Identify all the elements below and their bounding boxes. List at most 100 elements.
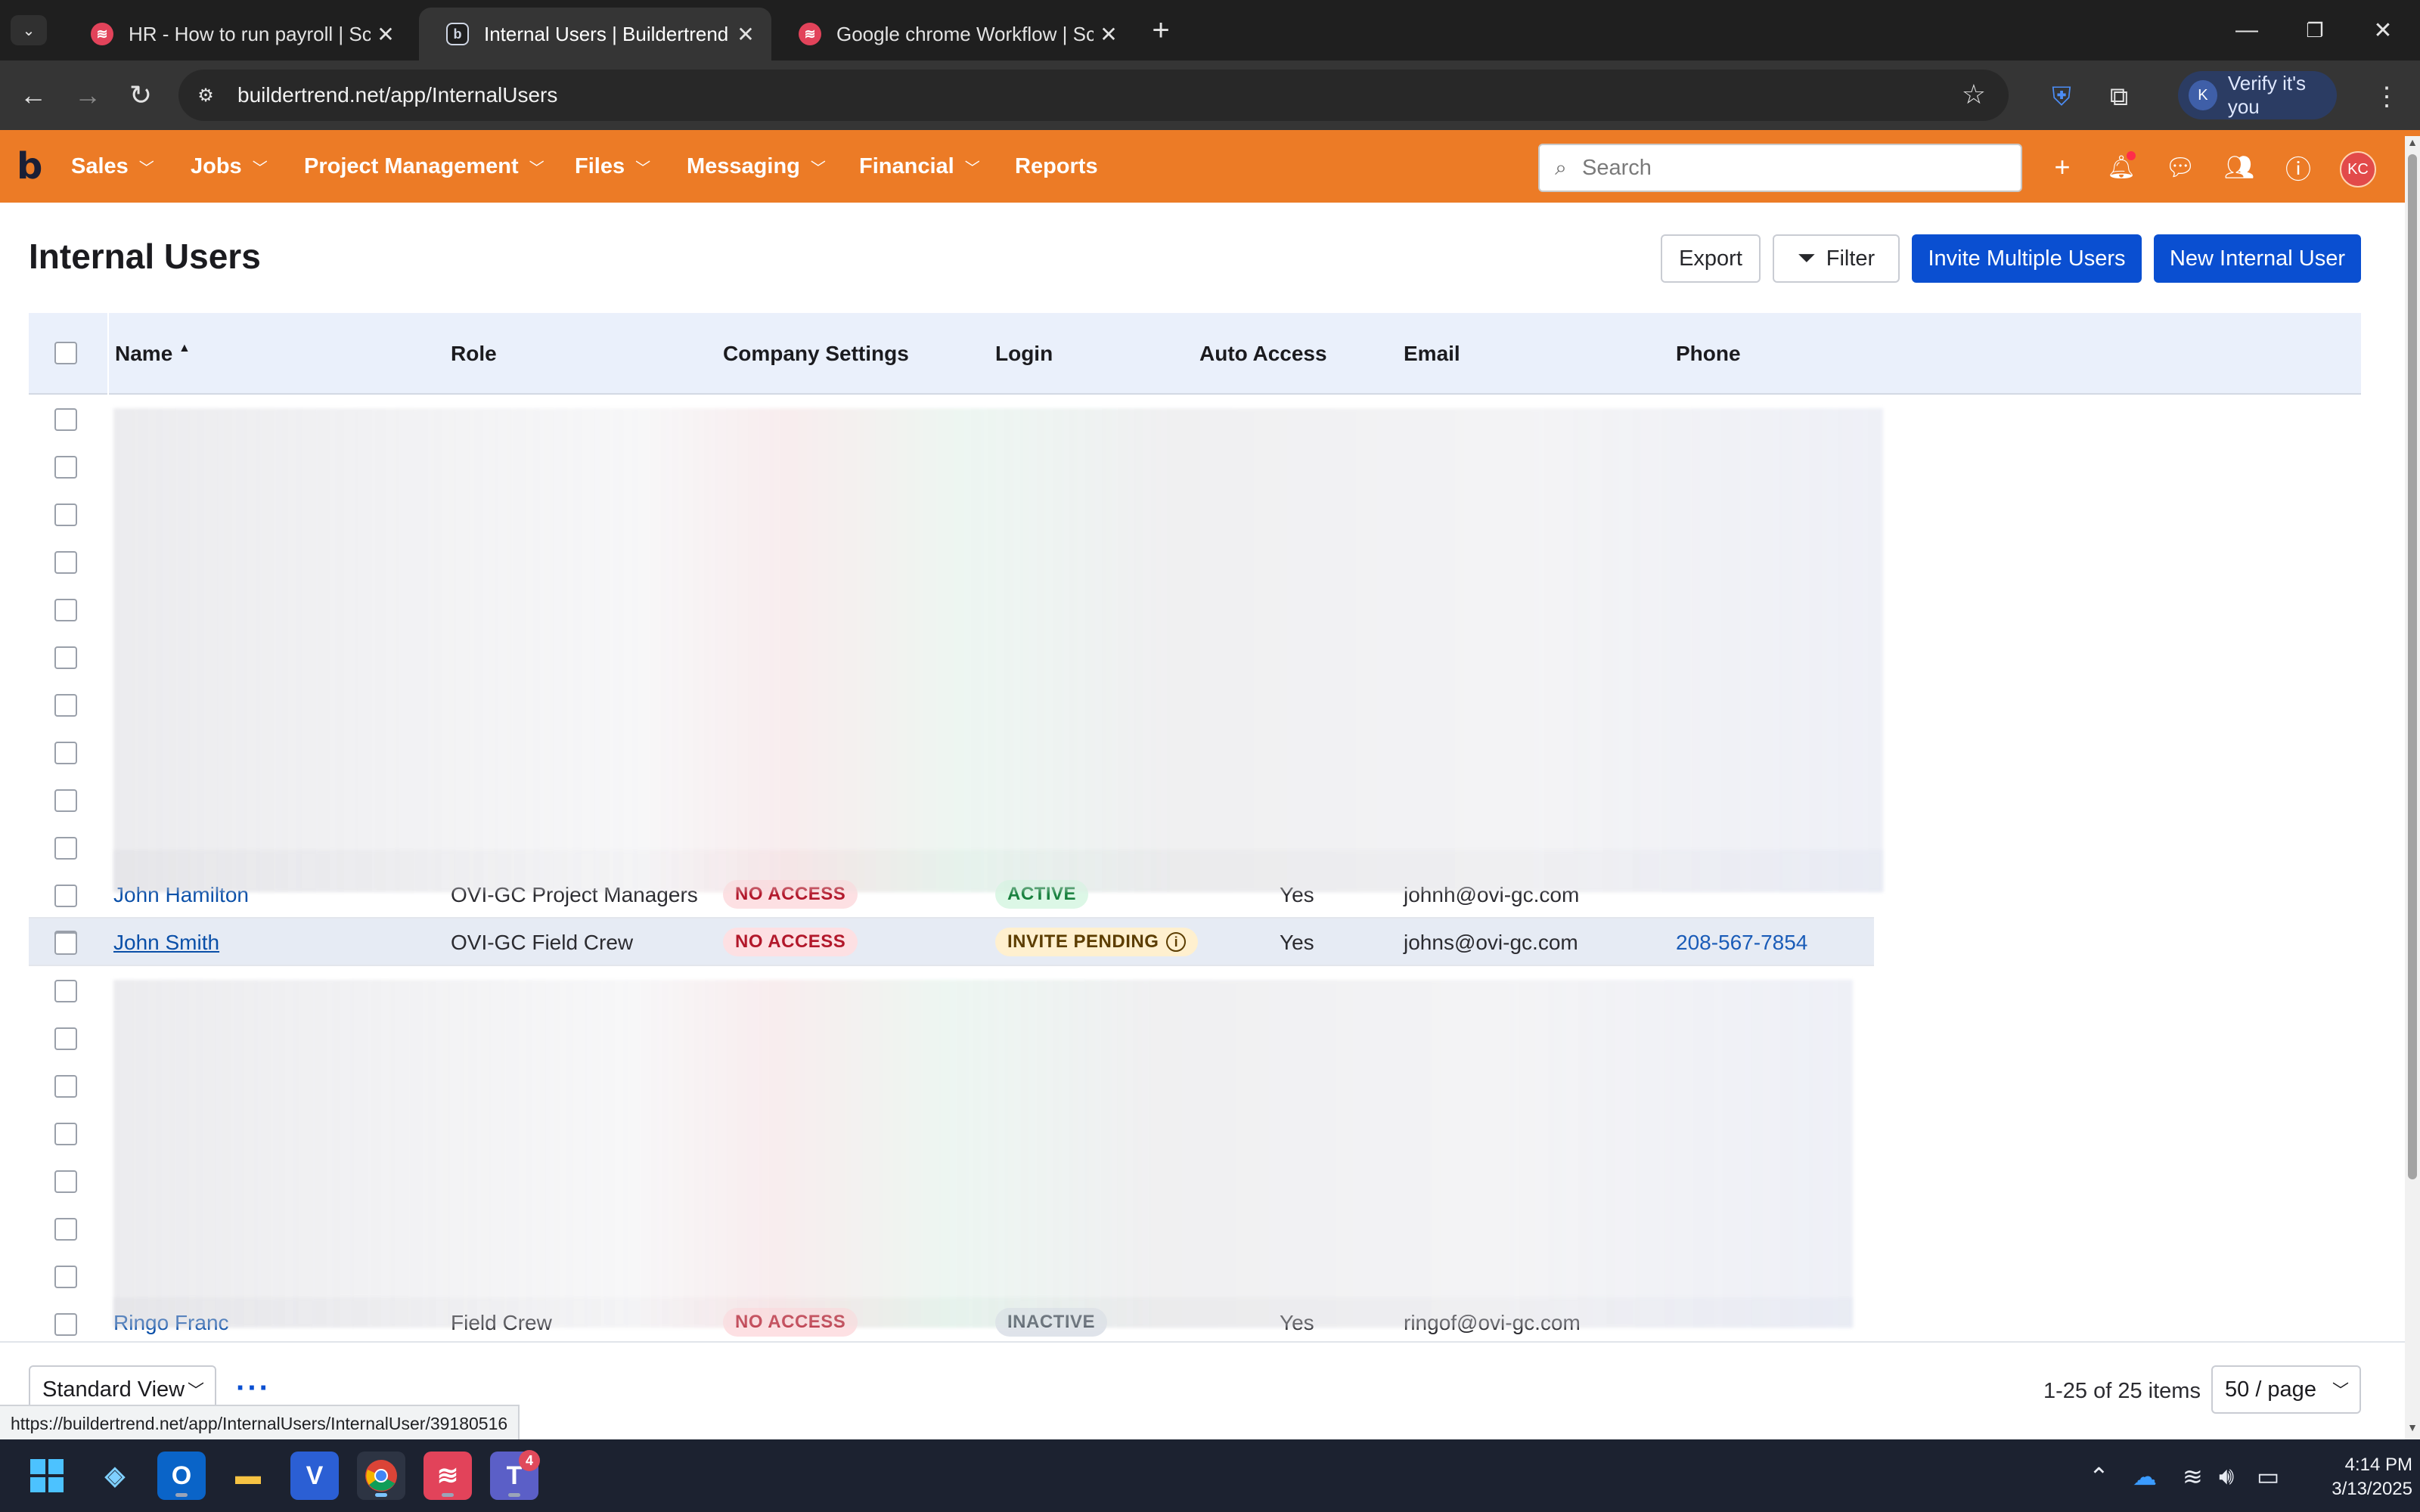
close-tab-icon[interactable]: ✕ (731, 22, 761, 47)
file-explorer-icon[interactable]: ▬ (224, 1452, 272, 1500)
user-phone[interactable]: 208-567-7854 (1676, 931, 1807, 955)
row-checkbox[interactable] (54, 1123, 77, 1145)
chrome-icon[interactable] (357, 1452, 405, 1500)
row-checkbox[interactable] (54, 1218, 77, 1241)
restore-icon[interactable]: ❐ (2281, 0, 2349, 60)
scribe-app-icon[interactable]: ≋ (424, 1452, 472, 1500)
address-bar[interactable]: ⚙ buildertrend.net/app/InternalUsers ☆ (178, 70, 2009, 121)
column-header-auto-access[interactable]: Auto Access (1199, 342, 1327, 366)
new-tab-plus-icon[interactable]: + (1142, 14, 1180, 47)
verify-profile-button[interactable]: K Verify it's you (2178, 71, 2337, 119)
row-checkbox[interactable] (54, 551, 77, 574)
row-checkbox[interactable] (54, 1266, 77, 1288)
battery-icon[interactable]: ▭ (2257, 1462, 2279, 1491)
row-checkbox[interactable] (54, 980, 77, 1002)
row-checkbox[interactable] (54, 789, 77, 812)
verify-label: Verify it's you (2227, 72, 2307, 118)
search-input[interactable] (1582, 155, 2006, 181)
show-hidden-icons-chevron-icon[interactable]: ⌃ (2089, 1462, 2109, 1491)
invite-multiple-users-button[interactable]: Invite Multiple Users (1912, 234, 2142, 283)
row-checkbox[interactable] (54, 932, 77, 955)
row-checkbox[interactable] (54, 646, 77, 669)
row-checkbox[interactable] (54, 694, 77, 717)
column-header-email[interactable]: Email (1404, 342, 1460, 366)
buildertrend-logo[interactable]: b (17, 148, 50, 184)
user-avatar[interactable]: KC (2340, 151, 2376, 187)
chevron-down-icon: ﹀ (252, 160, 268, 177)
select-all-checkbox[interactable] (54, 342, 77, 364)
wifi-icon[interactable]: ≋ (2183, 1462, 2203, 1491)
column-header-phone[interactable]: Phone (1676, 342, 1741, 366)
notifications-bell-icon[interactable]: 🔔︎ (2102, 148, 2140, 186)
saved-view-label: Standard View (42, 1377, 185, 1402)
row-checkbox[interactable] (54, 503, 77, 526)
scrollbar-thumb[interactable] (2408, 154, 2417, 1179)
row-checkbox[interactable] (54, 456, 77, 479)
table-row-highlighted[interactable]: John Smith OVI-GC Field Crew NO ACCESS I… (29, 919, 1874, 966)
reload-icon[interactable]: ↻ (118, 73, 163, 118)
column-header-login[interactable]: Login (995, 342, 1053, 366)
teams-icon[interactable]: T4 (490, 1450, 540, 1500)
outlook-icon[interactable]: O (157, 1452, 206, 1500)
tab-scribe-payroll[interactable]: ≋ HR - How to run payroll | Scribe ✕ (64, 8, 411, 60)
system-clock[interactable]: 4:14 PM 3/13/2025 (2299, 1453, 2412, 1501)
m365-icon[interactable]: ◈ (91, 1452, 139, 1500)
nav-menu-financial[interactable]: Financial ﹀ (859, 130, 980, 203)
row-checkbox[interactable] (54, 885, 77, 907)
bookmark-star-icon[interactable]: ☆ (1962, 79, 1986, 110)
nav-menu-jobs[interactable]: Jobs ﹀ (191, 130, 268, 203)
forward-arrow-icon[interactable]: → (65, 73, 110, 118)
row-checkbox[interactable] (54, 742, 77, 764)
export-button[interactable]: Export (1661, 234, 1761, 283)
nav-menu-reports[interactable]: Reports (1015, 130, 1098, 203)
close-tab-icon[interactable]: ✕ (1094, 22, 1124, 47)
row-checkbox[interactable] (54, 837, 77, 860)
window-close-icon[interactable]: ✕ (2349, 0, 2417, 60)
page-size-select[interactable]: 50 / page ﹀ (2211, 1365, 2361, 1414)
visio-icon[interactable]: V (290, 1452, 339, 1500)
row-checkbox[interactable] (54, 1075, 77, 1098)
extensions-puzzle-icon[interactable]: ⧉ (2099, 77, 2139, 116)
nav-menu-label: Files (575, 153, 625, 178)
tab-buildertrend[interactable]: b Internal Users | Buildertrend ✕ (419, 8, 771, 60)
chrome-menu-icon[interactable]: ⋮ (2367, 77, 2406, 116)
nav-menu-project-management[interactable]: Project Management ﹀ (304, 130, 544, 203)
global-search-box[interactable]: ⌕ (1538, 144, 2022, 192)
nav-menu-messaging[interactable]: Messaging ﹀ (687, 130, 826, 203)
help-icon[interactable]: ⓘ (2279, 148, 2317, 186)
site-info-icon[interactable]: ⚙ (185, 74, 227, 116)
tab-search-chevron-icon[interactable]: ⌄ (11, 15, 47, 45)
notification-dot (2127, 151, 2136, 160)
minimize-icon[interactable]: — (2213, 0, 2281, 60)
buildertrend-icon: b (446, 23, 469, 45)
windows-start-icon[interactable] (23, 1452, 71, 1500)
user-name-link[interactable]: John Smith (113, 931, 219, 955)
scroll-up-arrow-icon[interactable]: ▲ (2405, 136, 2420, 154)
row-checkbox[interactable] (54, 599, 77, 621)
new-internal-user-button[interactable]: New Internal User (2154, 234, 2361, 283)
tab-scribe-workflow[interactable]: ≋ Google chrome Workflow | Scri ✕ (771, 8, 1134, 60)
tab-title: Internal Users | Buildertrend (484, 22, 729, 45)
scroll-down-arrow-icon[interactable]: ▼ (2405, 1421, 2420, 1439)
chevron-down-icon: ﹀ (2332, 1381, 2349, 1400)
nav-menu-files[interactable]: Files ﹀ (575, 130, 650, 203)
more-options-icon[interactable]: ··· (236, 1371, 271, 1405)
chat-icon[interactable]: 💬︎ (2161, 148, 2199, 186)
filter-button[interactable]: ⏷ Filter (1773, 234, 1900, 283)
info-icon[interactable]: i (1166, 932, 1187, 952)
close-tab-icon[interactable]: ✕ (371, 22, 401, 47)
column-header-name[interactable]: Name ▲ (115, 342, 191, 366)
password-manager-icon[interactable]: ⛨ (2042, 77, 2081, 116)
nav-menu-sales[interactable]: Sales ﹀ (71, 130, 154, 203)
column-header-company-settings[interactable]: Company Settings (723, 342, 909, 366)
row-checkbox[interactable] (54, 1170, 77, 1193)
row-checkbox[interactable] (54, 408, 77, 431)
column-header-role[interactable]: Role (451, 342, 497, 366)
onedrive-cloud-icon[interactable]: ☁ (2133, 1462, 2157, 1491)
volume-icon[interactable]: 🔊︎ (2219, 1462, 2234, 1491)
row-checkbox[interactable] (54, 1027, 77, 1050)
team-icon[interactable]: 👥︎ (2220, 148, 2258, 186)
row-checkbox[interactable] (54, 1313, 77, 1336)
back-arrow-icon[interactable]: ← (11, 73, 56, 118)
add-plus-icon[interactable]: + (2043, 148, 2081, 186)
